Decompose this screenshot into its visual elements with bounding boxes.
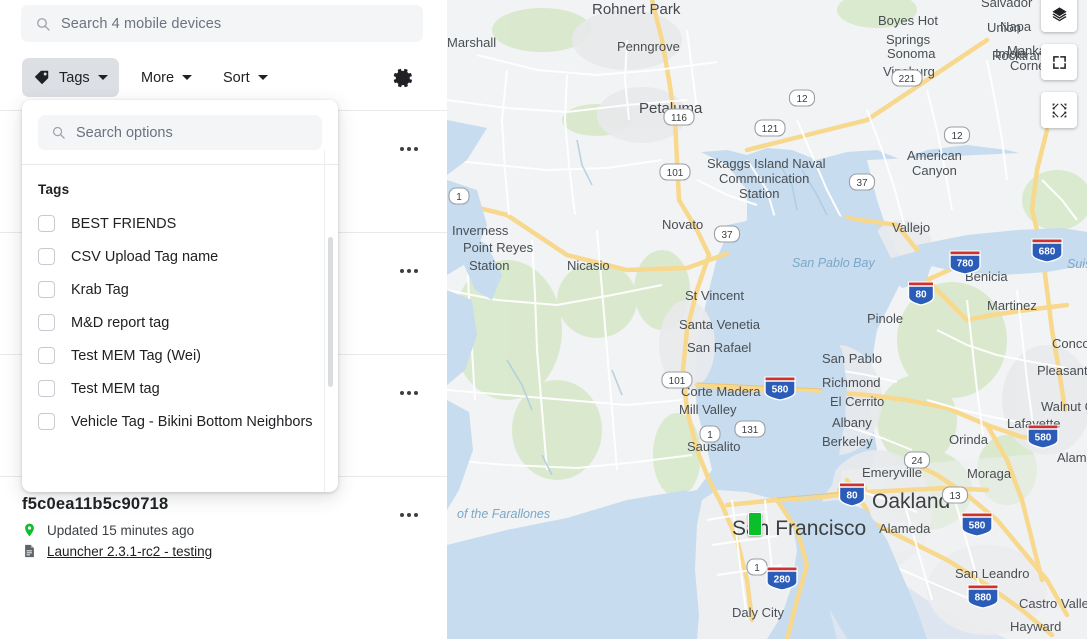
more-options-icon[interactable] xyxy=(400,147,418,151)
checkbox-icon[interactable] xyxy=(38,248,55,265)
sort-button[interactable]: Sort xyxy=(213,58,278,97)
dropdown-scrollbar-thumb[interactable] xyxy=(328,237,333,387)
settings-button[interactable] xyxy=(391,66,415,90)
more-filter-button[interactable]: More xyxy=(131,58,202,97)
tags-button-label: Tags xyxy=(59,70,90,86)
chevron-down-icon xyxy=(258,75,268,80)
tag-search-placeholder-text: Search options xyxy=(76,125,173,141)
more-button-label: More xyxy=(141,70,174,86)
search-icon xyxy=(51,125,66,140)
checkbox-icon[interactable] xyxy=(38,413,55,430)
device-updated-row: Updated 15 minutes ago xyxy=(22,522,425,538)
checkbox-icon[interactable] xyxy=(38,380,55,397)
tag-options-container: BEST FRIENDS CSV Upload Tag name Krab Tag M… xyxy=(22,207,338,438)
chevron-down-icon xyxy=(182,75,192,80)
tag-option-label: CSV Upload Tag name xyxy=(71,249,218,265)
checkbox-icon[interactable] xyxy=(38,347,55,364)
tag-option-label: Test MEM tag xyxy=(71,381,160,397)
document-icon xyxy=(22,543,37,559)
layers-button[interactable] xyxy=(1041,0,1077,32)
tag-option[interactable]: Test MEM tag xyxy=(22,372,338,405)
device-marker[interactable] xyxy=(748,512,762,536)
map-canvas[interactable]: Rohnert ParkPenngrovePetalumaBoyes HotSp… xyxy=(447,0,1087,639)
tag-group-label: Tags xyxy=(22,178,338,207)
dropdown-scrollbar[interactable] xyxy=(328,237,333,442)
tag-search-input[interactable]: Search options xyxy=(38,115,322,150)
device-updated-text: Updated 15 minutes ago xyxy=(47,523,194,538)
tags-dropdown-panel[interactable]: Search options Tags BEST FRIENDS CSV Uplo… xyxy=(22,100,338,492)
fullscreen-button[interactable] xyxy=(1041,44,1077,80)
device-launcher-row: Launcher 2.3.1-rc2 - testing xyxy=(22,543,425,559)
checkbox-icon[interactable] xyxy=(38,314,55,331)
checkbox-icon[interactable] xyxy=(38,281,55,298)
tag-option-label: Test MEM Tag (Wei) xyxy=(71,348,201,364)
dropdown-search-row: Search options xyxy=(22,100,338,164)
device-launcher-link[interactable]: Launcher 2.3.1-rc2 - testing xyxy=(47,544,212,559)
more-options-icon[interactable] xyxy=(400,391,418,395)
tag-option[interactable]: Krab Tag xyxy=(22,273,338,306)
tag-icon xyxy=(33,69,50,86)
device-management-screen: Rohnert ParkPenngrovePetalumaBoyes HotSp… xyxy=(0,0,1087,639)
tag-options-list[interactable]: Tags BEST FRIENDS CSV Upload Tag name Krab… xyxy=(22,165,338,442)
tag-option[interactable]: M&D report tag xyxy=(22,306,338,339)
tag-option[interactable]: Vehicle Tag - Bikini Bottom Neighbors xyxy=(22,405,338,438)
tag-option[interactable]: Test MEM Tag (Wei) xyxy=(22,339,338,372)
more-options-icon[interactable] xyxy=(400,513,418,517)
tag-option-label: M&D report tag xyxy=(71,315,169,331)
expand-icon xyxy=(1050,101,1069,120)
chevron-down-icon xyxy=(98,75,108,80)
tag-option[interactable]: BEST FRIENDS xyxy=(22,207,338,240)
tag-option[interactable]: CSV Upload Tag name xyxy=(22,240,338,273)
filter-toolbar: Tags More Sort xyxy=(0,58,447,100)
gear-icon xyxy=(391,66,415,90)
dropdown-scroll-guide xyxy=(324,150,325,492)
search-placeholder-text: Search 4 mobile devices xyxy=(61,16,221,32)
search-input[interactable]: Search 4 mobile devices xyxy=(21,5,423,42)
device-name: f5c0ea11b5c90718 xyxy=(22,495,425,514)
layers-icon xyxy=(1050,5,1069,24)
fullscreen-icon xyxy=(1051,54,1068,71)
map-graphics xyxy=(447,0,1087,639)
more-options-icon[interactable] xyxy=(400,269,418,273)
expand-button[interactable] xyxy=(1041,92,1077,128)
map-pin-icon xyxy=(22,522,37,538)
tags-filter-button[interactable]: Tags xyxy=(22,58,119,97)
tag-option-label: Krab Tag xyxy=(71,282,129,298)
tag-option-label: BEST FRIENDS xyxy=(71,216,176,232)
search-icon xyxy=(35,16,51,32)
sort-button-label: Sort xyxy=(223,70,250,86)
checkbox-icon[interactable] xyxy=(38,215,55,232)
tag-option-label: Vehicle Tag - Bikini Bottom Neighbors xyxy=(71,414,313,430)
